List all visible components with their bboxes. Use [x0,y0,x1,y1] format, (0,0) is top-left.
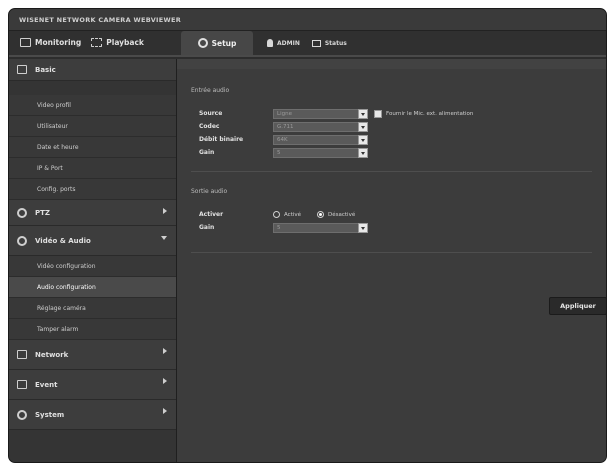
codec-select[interactable]: G.711 [273,121,368,132]
mic-power-label: Fournir le Mic. ext. alimentation [386,110,474,117]
codec-value: G.711 [277,123,294,130]
sidebar-network-label: Network [35,350,69,359]
window-title: WISENET NETWORK CAMERA WEBVIEWER [9,9,606,31]
sidebar-item-video-profile[interactable]: Video profil [9,95,176,116]
activate-label: Activer [199,211,224,218]
main-menubar: Monitoring Playback Setup ADMIN Status [9,31,606,57]
sidebar-ptz[interactable]: PTZ [9,200,176,226]
sidebar-item-video-config[interactable]: Vidéo configuration [9,256,176,277]
sidebar-video-audio[interactable]: Vidéo & Audio [9,226,176,256]
gain-in-select[interactable]: 5 [273,147,368,158]
user-menu[interactable]: ADMIN [267,39,300,47]
chevron-down-icon [358,121,368,132]
sidebar-item-port-config[interactable]: Config. ports [9,179,176,200]
source-select[interactable]: Ligne [273,108,368,119]
activate-row: Activer Activé Désactivé [177,208,606,221]
sidebar-basic-label: Basic [35,65,56,74]
sidebar-item-audio-config[interactable]: Audio configuration [9,277,176,298]
audio-out-title: Sortie audio [191,187,228,195]
chevron-down-icon [161,236,167,240]
gain-in-row: Gain 5 [177,146,606,159]
codec-row: Codec G.711 [177,120,606,133]
camera-icon [17,65,27,74]
sidebar-item-date-time[interactable]: Date et heure [9,137,176,158]
bitrate-row: Débit binaire 64K [177,133,606,146]
bitrate-label: Débit binaire [199,136,244,143]
monitor-icon [20,37,31,47]
source-label: Source [199,110,223,117]
film-icon [91,37,103,47]
user-label: ADMIN [277,39,300,47]
sidebar-item-user[interactable]: Utilisateur [9,116,176,137]
status-label: Status [324,39,347,47]
apply-button[interactable]: Appliquer [549,297,606,315]
ptz-icon [17,207,27,218]
chevron-down-icon [358,222,368,233]
audio-settings-panel: Entrée audio Source Ligne Fournir le Mic… [177,59,606,462]
chevron-right-icon [163,408,167,414]
chevron-down-icon [358,108,368,119]
sidebar-ptz-label: PTZ [35,208,50,217]
system-icon [17,409,27,420]
status-icon [311,39,321,47]
audio-out-on-radio[interactable] [273,211,280,218]
monitoring-tab[interactable]: Monitoring [15,29,86,55]
bitrate-select[interactable]: 64K [273,134,368,145]
user-icon [267,39,273,47]
playback-tab[interactable]: Playback [86,29,149,55]
sidebar-event[interactable]: Event [9,370,176,400]
footer-divider [191,252,592,253]
audio-out-on-label: Activé [284,211,302,218]
setup-label: Setup [211,38,237,48]
gain-out-label: Gain [199,224,215,231]
chevron-down-icon [358,147,368,158]
sidebar-item-ip-port[interactable]: IP & Port [9,158,176,179]
gain-in-label: Gain [199,149,215,156]
setup-sidebar: Basic Video profil Utilisateur Date et h… [9,59,177,462]
audio-in-title: Entrée audio [191,86,230,94]
audio-out-off-label: Désactivé [328,211,356,218]
sidebar-item-tamper-alarm[interactable]: Tamper alarm [9,319,176,340]
status-menu[interactable]: Status [311,39,347,47]
sidebar-basic[interactable]: Basic [9,59,176,81]
video-audio-icon [17,235,27,246]
camera-webviewer-window: WISENET NETWORK CAMERA WEBVIEWER Monitor… [8,8,607,463]
chevron-right-icon [163,208,167,214]
codec-label: Codec [199,123,220,130]
sidebar-network[interactable]: Network [9,340,176,370]
gain-out-select[interactable]: 5 [273,222,368,233]
bitrate-value: 64K [277,136,288,143]
chevron-down-icon [358,134,368,145]
sidebar-system-label: System [35,410,65,419]
gain-out-row: Gain 5 [177,221,606,234]
gain-in-value: 5 [277,149,281,156]
playback-label: Playback [106,37,144,47]
sidebar-item-camera-setup[interactable]: Réglage caméra [9,298,176,319]
gain-out-value: 5 [277,224,281,231]
sidebar-video-audio-label: Vidéo & Audio [35,236,91,245]
setup-tab[interactable]: Setup [181,31,253,55]
audio-out-off-radio[interactable] [317,211,325,218]
monitoring-label: Monitoring [35,37,82,47]
chevron-right-icon [163,348,167,354]
source-row: Source Ligne Fournir le Mic. ext. alimen… [177,107,606,120]
event-icon [17,380,27,389]
source-value: Ligne [277,110,292,117]
mic-power-checkbox[interactable] [374,109,382,118]
sidebar-system[interactable]: System [9,400,176,430]
sidebar-event-label: Event [35,380,58,389]
network-icon [17,350,27,359]
chevron-right-icon [163,378,167,384]
gear-icon [197,38,208,48]
